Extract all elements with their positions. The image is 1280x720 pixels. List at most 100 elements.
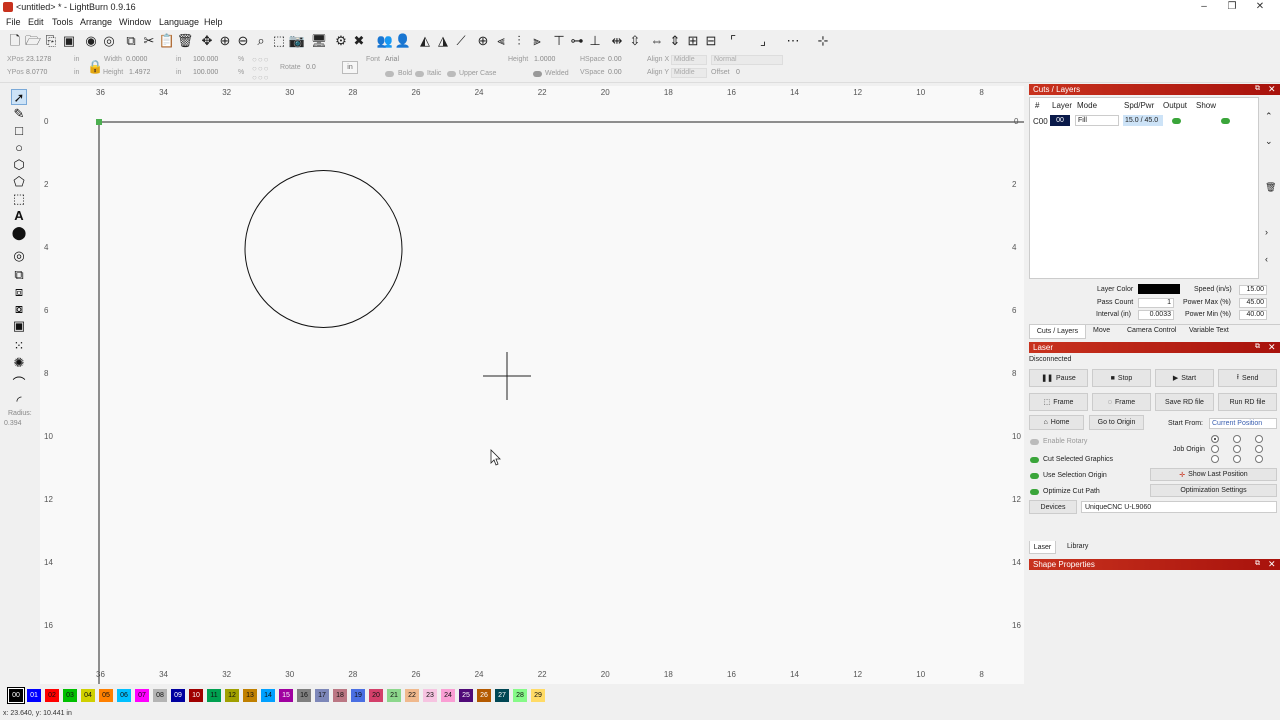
origin-radio-bc[interactable] <box>1233 455 1241 463</box>
zoom-out-icon[interactable]: ⊖ <box>235 33 251 49</box>
start-button[interactable]: ▶ Start <box>1155 369 1214 387</box>
zoom-fit-icon[interactable]: ⌕ <box>253 33 269 49</box>
run-rd-button[interactable]: Run RD file <box>1218 393 1277 411</box>
zoom-in-icon[interactable]: ⊕ <box>217 33 233 49</box>
font-select[interactable]: Arial <box>385 56 399 63</box>
pause-button[interactable]: ❚❚ Pause <box>1029 369 1088 387</box>
palette-color-18[interactable]: 18 <box>333 689 347 702</box>
select-tool-icon[interactable]: ➚ <box>11 89 27 105</box>
radius-input[interactable]: 0.394 <box>4 420 22 427</box>
align-right-icon[interactable]: ⫸ <box>529 33 545 49</box>
palette-color-14[interactable]: 14 <box>261 689 275 702</box>
pen-tool-icon[interactable]: ✎ <box>11 106 27 122</box>
layer-color-swatch[interactable] <box>1138 284 1180 294</box>
palette-color-27[interactable]: 27 <box>495 689 509 702</box>
text-mode-select[interactable]: Normal <box>711 55 783 65</box>
palette-color-19[interactable]: 19 <box>351 689 365 702</box>
crosshair-icon[interactable]: ⊹ <box>815 33 831 49</box>
tab-camera-control[interactable]: Camera Control <box>1127 327 1176 334</box>
origin-grid-icon[interactable]: ○○○ ○○○ ○○○ <box>252 55 270 82</box>
move-icon[interactable]: ✥ <box>199 33 215 49</box>
uppercase-toggle[interactable] <box>447 71 456 77</box>
home-button[interactable]: ⌂ Home <box>1029 415 1084 430</box>
start-from-select[interactable]: Current Position <box>1209 418 1277 429</box>
tools-icon[interactable]: ✖ <box>351 33 367 49</box>
palette-color-22[interactable]: 22 <box>405 689 419 702</box>
palette-color-00[interactable]: 00 <box>8 688 24 703</box>
device-select[interactable]: UniqueCNC U-L9060 <box>1081 501 1277 513</box>
boolean-intersect-icon[interactable]: ⧇ <box>11 301 27 317</box>
menu-tools[interactable]: Tools <box>52 17 73 27</box>
edit-nodes-icon[interactable]: ⬚ <box>11 191 27 207</box>
close-panel-icon[interactable]: ✕ <box>1268 84 1276 95</box>
scale-width-input[interactable]: 100.000 <box>193 56 218 63</box>
height-input[interactable]: 1.4972 <box>129 69 150 76</box>
bold-toggle[interactable] <box>385 71 394 77</box>
pass-count-input[interactable]: 1 <box>1138 298 1174 308</box>
origin-radio-tc[interactable] <box>1233 435 1241 443</box>
dist-points-icon[interactable]: ⋯ <box>785 33 801 49</box>
shape-undock-icon[interactable]: ⧉ <box>1255 560 1260 568</box>
use-selection-toggle[interactable] <box>1030 473 1039 479</box>
dock-alt-icon[interactable]: ⊟ <box>703 33 719 49</box>
palette-color-21[interactable]: 21 <box>387 689 401 702</box>
align-top-icon[interactable]: ⊤ <box>551 33 567 49</box>
origin-radio-bl[interactable] <box>1211 455 1219 463</box>
tab-laser[interactable]: Laser <box>1029 541 1056 554</box>
palette-color-11[interactable]: 11 <box>207 689 221 702</box>
row-output-toggle[interactable] <box>1172 118 1181 124</box>
speed-input[interactable]: 15.00 <box>1239 285 1267 295</box>
record-icon[interactable]: ◉ <box>83 33 99 49</box>
hspace-input[interactable]: 0.00 <box>608 56 622 63</box>
palette-color-04[interactable]: 04 <box>81 689 95 702</box>
close-window-button[interactable]: ✕ <box>1250 1 1270 12</box>
palette-color-16[interactable]: 16 <box>297 689 311 702</box>
expand-right-icon[interactable]: › <box>1265 227 1268 237</box>
send-button[interactable]: ⭱ Send <box>1218 369 1277 387</box>
group-icon[interactable]: 👥 <box>377 33 393 49</box>
enable-rotary-toggle[interactable] <box>1030 439 1039 445</box>
distribute-h-icon[interactable]: ⇹ <box>609 33 625 49</box>
row-layer-swatch[interactable]: 00 <box>1050 115 1070 126</box>
corner-icon[interactable]: ⌜ <box>725 33 741 49</box>
mirror-icon[interactable]: ⟋ <box>453 33 469 49</box>
maximize-button[interactable]: ❐ <box>1222 1 1242 12</box>
trim-icon[interactable]: ⌒ <box>11 376 27 392</box>
palette-color-15[interactable]: 15 <box>279 689 293 702</box>
origin-radio-tr[interactable] <box>1255 435 1263 443</box>
ungroup-icon[interactable]: 👤 <box>395 33 411 49</box>
circular-array-icon[interactable]: ✺ <box>11 355 27 371</box>
stop-button[interactable]: ■ Stop <box>1092 369 1151 387</box>
power-max-input[interactable]: 45.00 <box>1239 298 1267 308</box>
boolean-union-icon[interactable]: ⧉ <box>11 267 27 283</box>
menu-file[interactable]: File <box>6 17 21 27</box>
cut-selected-toggle[interactable] <box>1030 457 1039 463</box>
corner-radius-icon[interactable]: ◜ <box>11 393 27 409</box>
align-hcenter-icon[interactable]: ⫶ <box>511 33 527 49</box>
delete-layer-icon[interactable]: 🗑 <box>1265 182 1276 193</box>
italic-toggle[interactable] <box>415 71 424 77</box>
power-min-input[interactable]: 40.00 <box>1239 310 1267 320</box>
undock-icon[interactable]: ⧉ <box>1255 85 1260 93</box>
vspace-input[interactable]: 0.00 <box>608 69 622 76</box>
rotate-input[interactable]: 0.0 <box>306 64 316 71</box>
minimize-button[interactable]: – <box>1194 1 1214 12</box>
menu-language[interactable]: Language <box>159 17 199 27</box>
camera-icon[interactable]: 📷 <box>289 33 305 49</box>
laser-undock-icon[interactable]: ⧉ <box>1255 343 1260 351</box>
row-show-toggle[interactable] <box>1221 118 1230 124</box>
scale-height-input[interactable]: 100.000 <box>193 69 218 76</box>
tab-variable-text[interactable]: Variable Text <box>1189 327 1229 334</box>
dock-icon[interactable]: ⊞ <box>685 33 701 49</box>
menu-help[interactable]: Help <box>204 17 223 27</box>
distribute-v-icon[interactable]: ⇳ <box>627 33 643 49</box>
palette-color-10[interactable]: 10 <box>189 689 203 702</box>
paste-icon[interactable]: 📋 <box>159 33 175 49</box>
shape-close-icon[interactable]: ✕ <box>1268 559 1276 570</box>
pentagon-tool-icon[interactable]: ⬠ <box>11 174 27 190</box>
align-bottom-icon[interactable]: ⊥ <box>587 33 603 49</box>
flip-h-icon[interactable]: ◭ <box>417 33 433 49</box>
polygon-tool-icon[interactable]: ⬡ <box>11 157 27 173</box>
palette-color-03[interactable]: 03 <box>63 689 77 702</box>
move-layer-down-icon[interactable]: ⌄ <box>1265 136 1273 147</box>
